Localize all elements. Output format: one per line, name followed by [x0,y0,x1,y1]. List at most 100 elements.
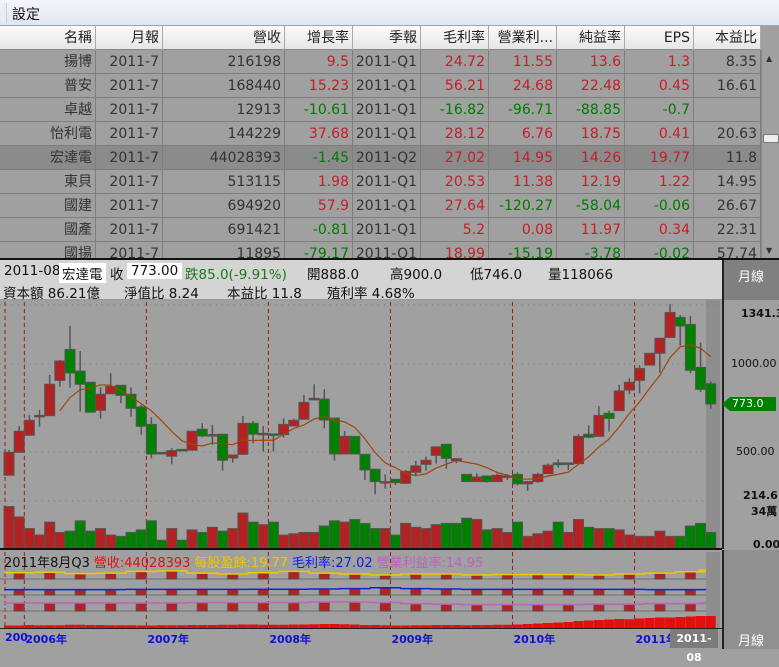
scroll-thumb[interactable] [763,134,779,143]
gross-margin-bar [105,589,117,596]
candle-body [135,406,147,427]
volume-bar [74,520,86,549]
volume-bar [247,521,259,549]
revenue-bar [614,619,625,628]
op-margin-bar [532,604,544,612]
candle-body [278,423,290,436]
volume-bar [623,534,635,549]
volume-bar [471,519,483,549]
toolbar-grip[interactable] [2,3,7,23]
candle-body [613,390,625,412]
column-header[interactable]: 名稱 [0,26,96,50]
table-row[interactable]: 揚博 2011-7 216198 9.5 2011-Q1 24.72 11.55 13.6 1.… [0,50,761,74]
last-price-tag: 773.0 [722,397,776,411]
volume-bar [593,528,605,549]
table-cell: 16.61 [694,74,761,98]
candle-body [481,475,493,483]
table-row[interactable]: 怡利電 2011-7 144229 37.68 2011-Q1 28.12 6.76 18.7… [0,122,761,146]
stock-name[interactable]: 宏達電 [59,263,106,283]
table-cell: 144229 [163,122,285,146]
table-cell: 2011-7 [96,74,163,98]
candlestick-chart[interactable] [0,300,722,649]
table-cell: 普安 [0,74,96,98]
table-cell: -15.19 [489,242,557,259]
candle-body [44,383,56,417]
volume-bar [328,520,340,549]
table-row[interactable]: 卓越 2011-7 12913 -10.61 2011-Q1 -16.82 -96.71 -8… [0,98,761,122]
volume-bar [349,519,361,549]
volume-bar [512,521,523,549]
revenue-bar [705,616,716,628]
table-cell: 20.63 [694,122,761,146]
column-header[interactable]: 本益比 [694,26,761,50]
candle-body [237,422,249,455]
revenue-bar [675,617,686,628]
volume-bar [369,528,381,549]
gross-margin-bar [684,589,696,596]
column-header[interactable]: 營收 [163,26,285,50]
table-row[interactable]: 普安 2011-7 168440 15.23 2011-Q1 56.21 24.68 22.4… [0,74,761,98]
eps-bar [318,572,330,580]
eps-bar [13,572,25,580]
candle-body [298,401,310,420]
volume-bar [34,534,46,549]
period-selector[interactable]: 月線 [722,260,779,300]
table-row[interactable]: 東貝 2011-7 513115 1.98 2011-Q1 20.53 11.38 12.19… [0,170,761,194]
volume-bar [156,539,168,549]
volume-bar [206,526,218,549]
vertical-scrollbar[interactable]: ▲ ▼ [761,50,779,259]
column-header[interactable]: 營業利... [489,26,557,50]
tick-label: 500.00 [736,445,775,458]
volume-bar [196,531,208,549]
eps-bar [105,572,117,580]
volume-bar [583,526,595,549]
legend-eps: 每股盈餘:19.77 [194,556,289,571]
table-cell: 57.9 [285,194,353,218]
gross-margin-bar [562,588,574,596]
table-cell: 宏達電 [0,146,96,170]
column-header[interactable]: 季報 [353,26,421,50]
gross-margin-bar [288,588,300,596]
table-cell: 2011-Q1 [353,218,421,242]
table-cell: -0.81 [285,218,353,242]
column-header[interactable]: 毛利率 [421,26,489,50]
table-cell: 怡利電 [0,122,96,146]
eps-bar [135,570,147,580]
table-cell: 2011-7 [96,218,163,242]
op-margin-bar [288,602,300,612]
volume-bar [359,522,371,549]
volume-bar [13,516,25,549]
pe-ratio: 本益比 11.8 [227,286,302,302]
table-cell: 2011-Q1 [353,74,421,98]
table-cell: -0.02 [625,242,694,259]
table-row[interactable]: 宏達電 2011-7 44028393 -1.45 2011-Q2 27.02 14.95 1… [0,146,761,170]
table-row[interactable]: 國揚 2011-7 11895 -79.17 2011-Q1 18.99 -15.19 -3.… [0,242,761,259]
op-margin-bar [684,603,696,612]
table-cell: 691421 [163,218,285,242]
candle-body [410,465,422,473]
volume-bar [339,521,351,549]
volume-bar [491,528,503,549]
candle-body [95,393,107,411]
column-header[interactable]: EPS [625,26,694,50]
column-header[interactable]: 增長率 [285,26,353,50]
year-label: 2010年 [513,633,556,646]
scroll-down-icon[interactable]: ▼ [766,246,772,255]
column-header[interactable]: 純益率 [557,26,625,50]
revenue-bar [583,620,594,628]
candle-body [74,370,86,385]
gross-margin-bar [593,588,605,596]
candle-body [34,414,46,418]
table-cell: 15.23 [285,74,353,98]
table-row[interactable]: 國建 2011-7 694920 57.9 2011-Q1 27.64 -120.27 -58… [0,194,761,218]
column-header[interactable]: 月報 [96,26,163,50]
volume-bar [186,529,198,549]
table-cell: -1.45 [285,146,353,170]
scroll-up-icon[interactable]: ▲ [766,54,772,63]
table-row[interactable]: 國產 2011-7 691421 -0.81 2011-Q1 5.2 0.08 11.97 0.… [0,218,761,242]
table-cell: 2011-Q1 [353,170,421,194]
volume-bar [389,534,401,549]
menu-settings[interactable]: 設定 [12,4,40,24]
candle-body [440,443,452,459]
volume-bar [522,535,534,549]
